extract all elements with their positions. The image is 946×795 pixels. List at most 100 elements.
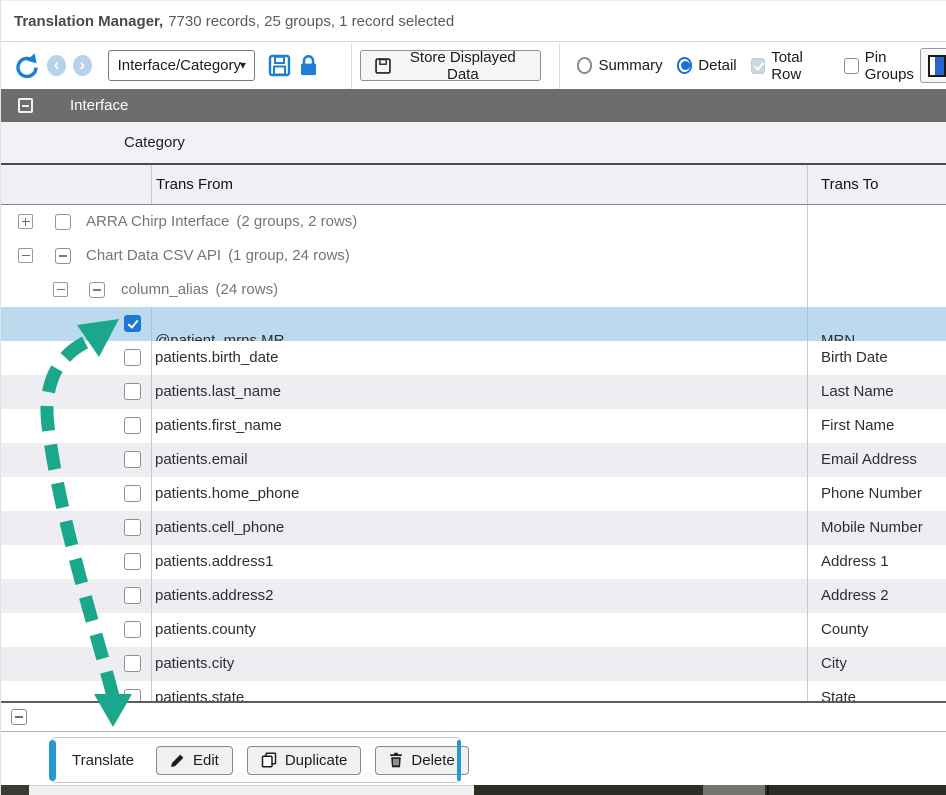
- column-divider: [807, 307, 808, 341]
- row-checkbox[interactable]: [124, 621, 141, 638]
- trans-to-cell: Email Address: [821, 443, 917, 477]
- row-checkbox[interactable]: [124, 451, 141, 468]
- table-row[interactable]: patients.first_name First Name: [1, 409, 946, 443]
- trans-from-cell: patients.first_name: [155, 409, 282, 443]
- row-checkbox[interactable]: [124, 349, 141, 366]
- table-row[interactable]: patients.address2 Address 2: [1, 579, 946, 613]
- view-mode-select[interactable]: Interface/Category ▾: [108, 50, 255, 81]
- column-divider: [151, 511, 152, 545]
- taskbar-segment: [703, 785, 765, 795]
- save-icon[interactable]: [268, 54, 291, 77]
- category-group-bar: Category: [1, 122, 946, 165]
- table-row[interactable]: patients.last_name Last Name: [1, 375, 946, 409]
- column-divider: [807, 205, 808, 239]
- group-row-column-alias[interactable]: column_alias(24 rows): [1, 273, 946, 307]
- trans-from-cell: patients.address2: [155, 579, 273, 613]
- collapse-icon[interactable]: [53, 282, 68, 297]
- collapse-icon[interactable]: [18, 248, 33, 263]
- trans-from-cell: patients.county: [155, 613, 256, 647]
- column-divider: [151, 409, 152, 443]
- column-divider: [807, 579, 808, 613]
- group-checkbox[interactable]: [55, 214, 71, 230]
- expand-icon[interactable]: [18, 214, 33, 229]
- row-checkbox[interactable]: [124, 689, 141, 701]
- column-divider: [807, 341, 808, 375]
- group-row-chart-data[interactable]: Chart Data CSV API(1 group, 24 rows): [1, 239, 946, 273]
- row-checkbox[interactable]: [124, 383, 141, 400]
- table-row[interactable]: patients.cell_phone Mobile Number: [1, 511, 946, 545]
- summary-radio[interactable]: [577, 57, 593, 74]
- column-divider: [151, 375, 152, 409]
- column-divider: [151, 579, 152, 613]
- duplicate-button[interactable]: Duplicate: [247, 746, 362, 775]
- table-row[interactable]: patients.birth_date Birth Date: [1, 341, 946, 375]
- column-divider: [151, 443, 152, 477]
- pin-groups-checkbox[interactable]: [844, 58, 859, 74]
- total-row-checkbox[interactable]: [751, 58, 766, 74]
- column-divider: [807, 409, 808, 443]
- delete-button[interactable]: Delete: [375, 746, 468, 775]
- group-label: ARRA Chirp Interface: [86, 213, 229, 230]
- table-row[interactable]: patients.address1 Address 1: [1, 545, 946, 579]
- undo-icon[interactable]: [13, 52, 40, 79]
- detail-radio[interactable]: [677, 57, 693, 74]
- taskbar-segment: [767, 785, 769, 795]
- column-divider: [151, 647, 152, 681]
- column-divider: [151, 307, 152, 341]
- trans-to-cell: Address 2: [821, 579, 889, 613]
- forward-icon[interactable]: ›: [73, 55, 92, 76]
- column-divider: [807, 613, 808, 647]
- table-row[interactable]: @patient_mrns.MR MRN: [1, 307, 946, 341]
- table-row[interactable]: patients.state State: [1, 681, 946, 701]
- store-button-label: Store Displayed Data: [400, 49, 526, 83]
- interface-collapse-icon[interactable]: [18, 98, 33, 113]
- trans-from-cell: patients.birth_date: [155, 341, 278, 375]
- table-row[interactable]: patients.city City: [1, 647, 946, 681]
- trans-from-cell: patients.address1: [155, 545, 273, 579]
- row-checkbox[interactable]: [124, 315, 141, 332]
- page-title: Translation Manager,: [14, 13, 163, 30]
- column-layout-button[interactable]: [920, 48, 946, 83]
- table-row[interactable]: patients.county County: [1, 613, 946, 647]
- lock-icon[interactable]: [299, 54, 318, 77]
- group-label: column_alias: [121, 281, 209, 298]
- columns-icon: [928, 55, 946, 77]
- group-label: Chart Data CSV API: [86, 247, 221, 264]
- store-displayed-data-button[interactable]: Store Displayed Data: [360, 50, 541, 81]
- trans-to-header[interactable]: Trans To: [821, 165, 879, 204]
- trans-to-cell: Address 1: [821, 545, 889, 579]
- row-checkbox[interactable]: [124, 417, 141, 434]
- panel-accent-left: [49, 740, 56, 781]
- duplicate-icon: [261, 752, 277, 768]
- trans-from-header[interactable]: Trans From: [156, 165, 233, 204]
- toolbar-separator: [559, 43, 560, 89]
- column-divider: [807, 165, 808, 204]
- row-checkbox[interactable]: [124, 587, 141, 604]
- group-checkbox[interactable]: [89, 282, 105, 298]
- column-divider: [807, 545, 808, 579]
- footer-collapse-icon[interactable]: [11, 709, 27, 725]
- table-row[interactable]: patients.home_phone Phone Number: [1, 477, 946, 511]
- view-mode-value: Interface/Category: [118, 57, 241, 74]
- taskbar-strip: [1, 785, 946, 795]
- row-checkbox[interactable]: [124, 655, 141, 672]
- edit-button[interactable]: Edit: [156, 746, 233, 775]
- taskbar-segment: [1, 785, 29, 795]
- group-row-arra[interactable]: ARRA Chirp Interface(2 groups, 2 rows): [1, 205, 946, 239]
- trans-to-cell: County: [821, 613, 869, 647]
- row-checkbox[interactable]: [124, 519, 141, 536]
- column-divider: [151, 545, 152, 579]
- chevron-down-icon: ▾: [240, 58, 246, 72]
- table-row[interactable]: patients.email Email Address: [1, 443, 946, 477]
- column-divider: [807, 443, 808, 477]
- back-icon[interactable]: ‹: [47, 55, 66, 76]
- translate-label: Translate: [72, 752, 134, 769]
- column-divider: [807, 239, 808, 273]
- group-checkbox[interactable]: [55, 248, 71, 264]
- column-divider: [807, 511, 808, 545]
- row-checkbox[interactable]: [124, 553, 141, 570]
- category-group-label: Category: [124, 134, 185, 151]
- column-divider: [151, 341, 152, 375]
- trash-icon: [389, 752, 403, 768]
- row-checkbox[interactable]: [124, 485, 141, 502]
